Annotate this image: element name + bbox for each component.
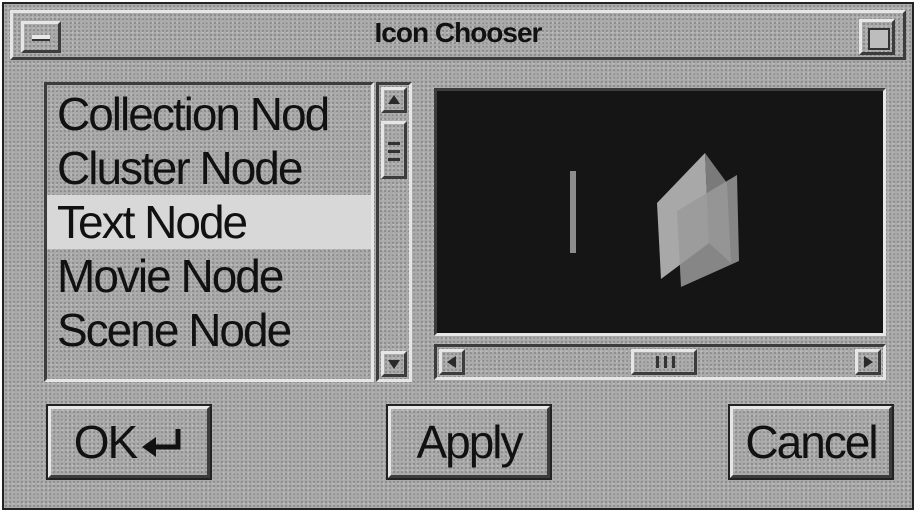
icon-preview-pane — [434, 88, 886, 336]
arrow-up-icon — [388, 95, 400, 104]
cancel-button[interactable]: Cancel — [728, 404, 894, 480]
maximize-button[interactable] — [859, 19, 895, 55]
arrow-left-icon — [447, 356, 456, 368]
list-item-scene-node[interactable]: Scene Node — [47, 303, 371, 357]
scroll-right-button[interactable] — [855, 349, 881, 375]
apply-button[interactable]: Apply — [386, 404, 552, 480]
preview-horizontal-scrollbar[interactable] — [434, 344, 886, 380]
cancel-label: Cancel — [730, 406, 892, 478]
window-title: Icon Chooser — [374, 17, 543, 48]
icon-chooser-window: Icon Chooser Collection Nod Cluster Node… — [2, 2, 914, 510]
arrow-right-icon — [864, 356, 873, 368]
ok-button[interactable]: OK — [46, 404, 212, 480]
scroll-thumb-horizontal[interactable] — [631, 349, 697, 375]
apply-label: Apply — [388, 406, 550, 478]
arrow-down-icon — [388, 360, 400, 369]
maximize-icon — [868, 28, 890, 50]
title-bar[interactable]: Icon Chooser — [10, 10, 906, 60]
3d-icon-preview — [570, 153, 739, 287]
list-item-collection-node[interactable]: Collection Nod — [47, 87, 371, 141]
list-item-movie-node[interactable]: Movie Node — [47, 249, 371, 303]
scroll-thumb-vertical[interactable] — [381, 121, 407, 179]
scroll-down-button[interactable] — [381, 351, 407, 377]
enter-arrow-icon — [142, 429, 181, 457]
list-item-text-node[interactable]: Text Node — [47, 195, 371, 249]
scroll-up-button[interactable] — [381, 87, 407, 113]
ok-label: OK — [73, 416, 138, 468]
list-item-cluster-node[interactable]: Cluster Node — [47, 141, 371, 195]
scroll-left-button[interactable] — [439, 349, 465, 375]
icon-type-list[interactable]: Collection Nod Cluster Node Text Node Mo… — [44, 82, 374, 382]
list-vertical-scrollbar[interactable] — [376, 82, 412, 382]
